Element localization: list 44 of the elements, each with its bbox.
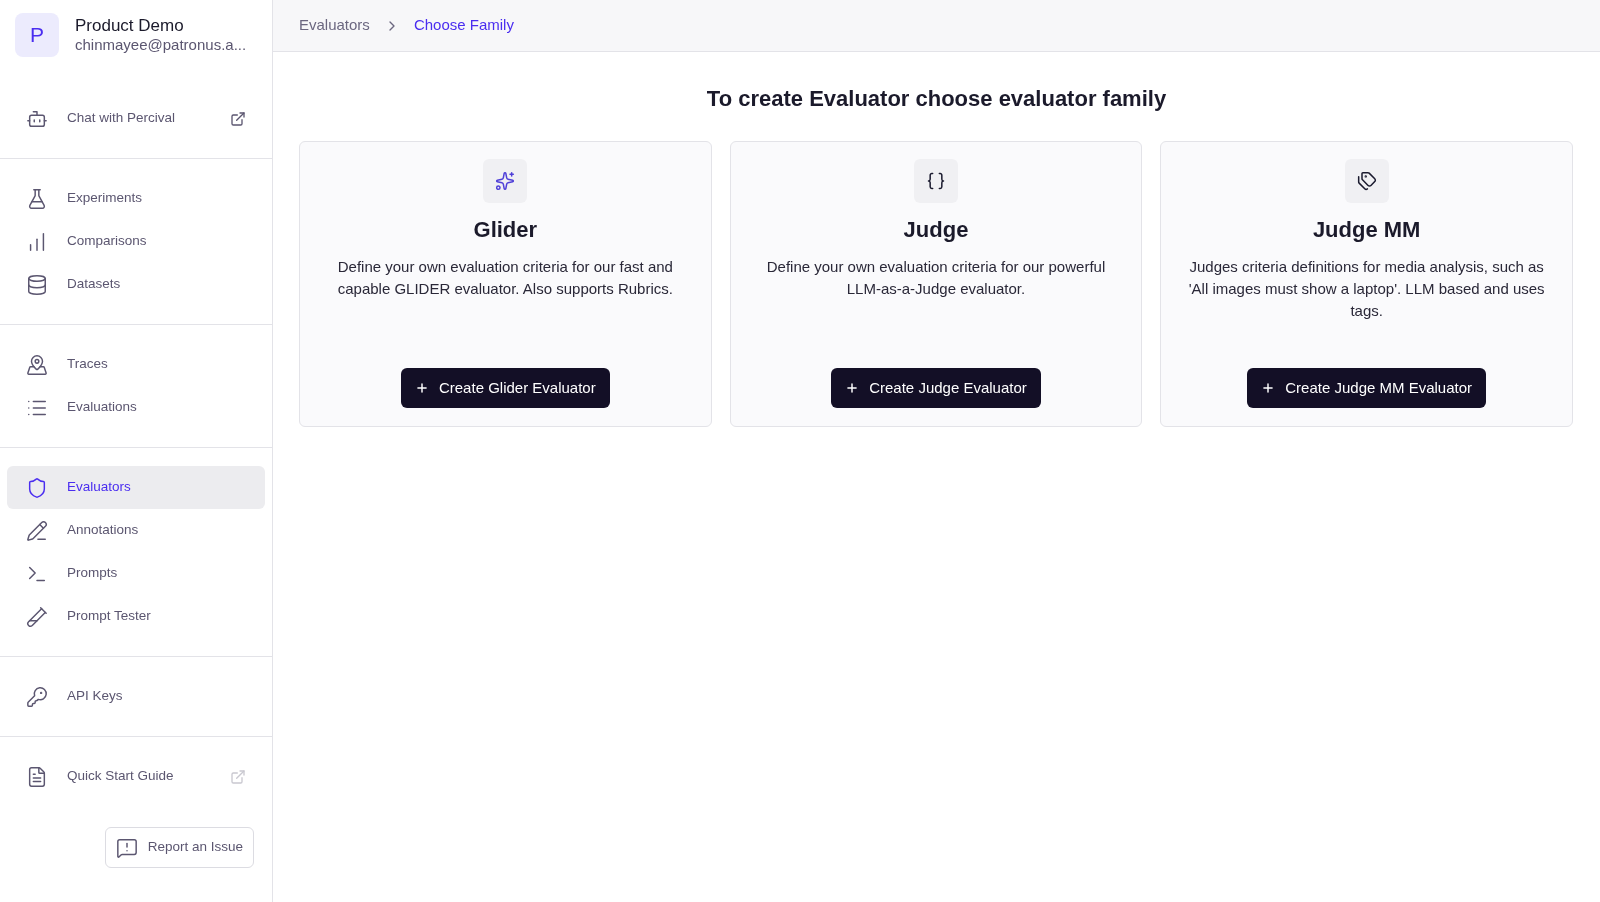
sidebar-item[interactable]: Traces — [7, 343, 265, 386]
report-issue-button[interactable]: Report an Issue — [104, 827, 254, 868]
sidebar-item[interactable]: Prompts — [7, 552, 265, 595]
sidebar-item[interactable]: Quick Start Guide — [7, 755, 265, 798]
database-icon — [26, 273, 48, 296]
key-icon — [26, 685, 48, 708]
family-description: Define your own evaluation criteria for our powerful LLM-as-a-Judge evaluator. — [765, 257, 1107, 299]
create-evaluator-button[interactable]: Create Judge Evaluator — [831, 368, 1041, 408]
plus-icon — [1261, 381, 1276, 395]
breadcrumb-link[interactable]: Evaluators — [299, 14, 370, 37]
sidebar-item[interactable]: Experiments — [7, 177, 265, 220]
message-alert-icon — [115, 836, 138, 859]
create-evaluator-button[interactable]: Create Glider Evaluator — [400, 368, 610, 408]
family-description: Define your own evaluation criteria for our fast and capable GLIDER evaluator. Also supports Rubrics. — [336, 257, 674, 299]
external-link-icon[interactable] — [230, 110, 246, 127]
account-email: chinmayee@patronus.a... — [75, 36, 247, 55]
flask-icon — [26, 187, 48, 210]
sidebar-item[interactable]: Annotations — [7, 509, 265, 552]
sparkles-icon — [495, 171, 516, 191]
map-icon — [26, 353, 48, 376]
plus-icon — [414, 381, 429, 395]
page-heading: To create Evaluator choose evaluator family — [706, 85, 1167, 113]
tags-icon — [1356, 171, 1377, 191]
breadcrumb-link[interactable]: Choose Family — [413, 14, 514, 37]
family-title: Judge MM — [1312, 216, 1421, 244]
sidebar-item[interactable]: Datasets — [7, 263, 265, 306]
family-title: Judge — [903, 216, 969, 244]
sidebar-item[interactable]: API Keys — [7, 675, 265, 718]
shield-icon — [26, 476, 48, 499]
family-description: Judges criteria definitions for media analysis, such as 'All images must show a laptop'. LLM based and uses tags. — [1187, 257, 1546, 321]
create-evaluator-button[interactable]: Create Judge MM Evaluator — [1247, 368, 1487, 408]
plus-icon — [845, 381, 860, 395]
test-tube-icon — [26, 605, 48, 628]
account-name: Product Demo — [75, 15, 185, 37]
sidebar-item[interactable]: Chat with Percival — [7, 97, 265, 140]
pencil-icon — [26, 519, 48, 542]
document-icon — [26, 765, 48, 788]
sidebar-item[interactable]: Evaluators — [7, 466, 265, 509]
sidebar-item[interactable]: Evaluations — [7, 386, 265, 429]
family-title: Glider — [473, 216, 538, 244]
sidebar-item[interactable]: Comparisons — [7, 220, 265, 263]
braces-icon — [926, 171, 946, 191]
avatar: P — [15, 13, 59, 57]
sidebar-item[interactable]: Prompt Tester — [7, 595, 265, 638]
